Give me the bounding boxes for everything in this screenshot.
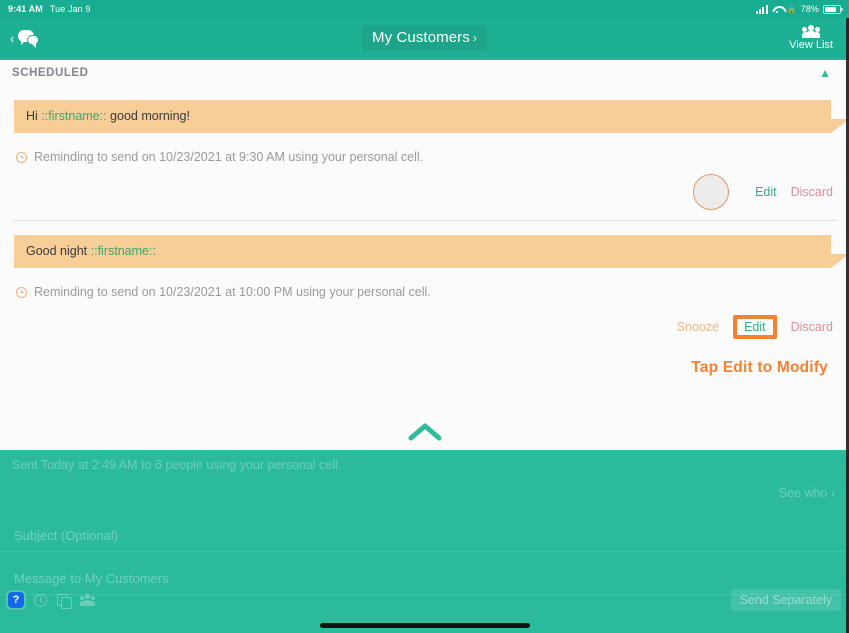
scheduled-header: SCHEDULED ▲: [0, 60, 849, 86]
chat-bubbles-icon: [18, 29, 40, 48]
message-text-prefix-2: Good night: [26, 244, 91, 258]
reminder-text-1: Reminding to send on 10/23/2021 at 9:30 …: [34, 150, 424, 164]
status-bar-left: 9:41 AM Tue Jan 9: [8, 4, 90, 14]
discard-button-1[interactable]: Discard: [791, 185, 833, 199]
discard-button-2[interactable]: Discard: [791, 320, 833, 334]
subject-divider: [0, 551, 849, 552]
reminder-text-2: Reminding to send on 10/23/2021 at 10:00…: [34, 285, 431, 299]
reminder-row-2: Reminding to send on 10/23/2021 at 10:00…: [0, 268, 849, 299]
scheduled-panel: SCHEDULED ▲ Hi ::firstname:: good mornin…: [0, 58, 849, 450]
help-question-icon[interactable]: ?: [8, 592, 24, 608]
reminder-row-1: Reminding to send on 10/23/2021 at 9:30 …: [0, 133, 849, 164]
status-bar-right: 🔒 78%: [756, 4, 843, 14]
status-time: 9:41 AM: [8, 4, 43, 14]
page-title: My Customers: [372, 29, 470, 46]
chevron-left-icon: ‹: [10, 30, 15, 46]
message-text-prefix-1: Hi: [26, 109, 42, 123]
section-divider: [12, 220, 837, 221]
edit-button-2[interactable]: Edit: [744, 321, 766, 334]
message-bubble-2[interactable]: Good night ::firstname::: [14, 235, 849, 268]
chevron-up-icon[interactable]: ▲: [819, 67, 831, 79]
callout-text: Tap Edit to Modify: [691, 359, 828, 376]
chevron-right-icon: ›: [472, 30, 477, 45]
send-separately-button[interactable]: Send Separately: [730, 589, 841, 611]
scheduled-message-1: Hi ::firstname:: good morning! Reminding…: [0, 100, 849, 210]
message-variable-2: ::firstname::: [90, 244, 156, 258]
message-text-suffix-1: good morning!: [106, 109, 190, 123]
battery-icon: [823, 4, 843, 14]
message-input[interactable]: Message to My Customers: [0, 571, 849, 586]
contact-avatar[interactable]: [693, 174, 730, 210]
copy-icon[interactable]: [57, 593, 72, 609]
scheduled-title: SCHEDULED: [12, 67, 89, 79]
clock-icon[interactable]: [34, 593, 47, 607]
battery-percent: 78%: [800, 4, 819, 14]
nav-bar: ‹ My Customers › View List: [0, 18, 849, 58]
actions-row-1: Edit Discard: [0, 164, 849, 210]
status-date: Tue Jan 9: [49, 4, 91, 14]
composer-toolbar-icons: ?: [8, 592, 95, 609]
actions-row-2: Snooze Edit Discard: [0, 299, 849, 345]
wifi-icon: [772, 5, 783, 14]
back-to-messages-button[interactable]: ‹: [10, 29, 40, 48]
alarm-clock-icon: [16, 286, 27, 298]
edit-highlight-box: Edit: [733, 314, 777, 340]
status-bar: 9:41 AM Tue Jan 9 🔒 78%: [0, 0, 849, 18]
message-bubble-1[interactable]: Hi ::firstname:: good morning!: [14, 100, 849, 133]
chevron-up-large-icon[interactable]: [0, 422, 849, 442]
signal-bars-icon: [756, 4, 768, 14]
snooze-button-2[interactable]: Snooze: [677, 320, 719, 334]
scheduled-message-2: Good night ::firstname:: Reminding to se…: [0, 235, 849, 377]
message-bubble-wrap-1: Hi ::firstname:: good morning!: [0, 100, 849, 133]
group-icon[interactable]: [80, 594, 95, 606]
sent-status-text: Sent Today at 2:49 AM to 6 people using …: [12, 458, 342, 472]
alarm-clock-icon: [16, 151, 27, 163]
nav-title-container: My Customers ›: [0, 18, 849, 58]
view-list-button[interactable]: View List: [789, 25, 839, 51]
composer-toolbar: ? Send Separately: [0, 589, 849, 611]
app-screen: 9:41 AM Tue Jan 9 🔒 78% ‹ My Customers ›: [0, 0, 849, 633]
edit-button-1[interactable]: Edit: [755, 185, 777, 199]
see-who-link[interactable]: See who ›: [0, 472, 849, 500]
subject-input[interactable]: Subject (Optional): [0, 528, 849, 543]
page-title-button[interactable]: My Customers ›: [362, 25, 487, 51]
message-variable-1: ::firstname::: [41, 109, 107, 123]
composer-area: Sent Today at 2:49 AM to 6 people using …: [0, 450, 849, 633]
message-bubble-wrap-2: Good night ::firstname::: [0, 235, 849, 268]
people-group-icon: [802, 25, 821, 38]
view-list-label: View List: [789, 39, 833, 51]
lock-icon: 🔒: [786, 4, 797, 14]
home-indicator: [319, 623, 530, 628]
